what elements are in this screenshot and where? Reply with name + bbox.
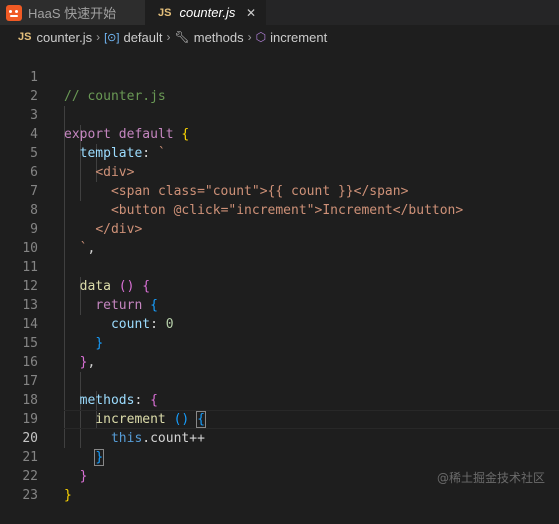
- tab-bar: HaaS 快速开始 JS counter.js ✕: [0, 0, 559, 25]
- haas-icon: [6, 4, 22, 21]
- code-line: 11 data () {: [0, 239, 559, 294]
- code-line: 9 `,: [0, 201, 559, 256]
- code-line: 2: [0, 68, 559, 104]
- code-line: 17 methods: {: [0, 353, 559, 408]
- code-line: 12 return {: [0, 258, 559, 313]
- chevron-right-icon: ›: [166, 30, 171, 44]
- code-line: 21 }: [0, 429, 559, 484]
- code-line: 18 increment () {: [0, 372, 559, 428]
- watermark: @稀土掘金技术社区: [436, 471, 545, 485]
- breadcrumb-method[interactable]: increment: [270, 30, 327, 45]
- code-line: 7 <button @click="increment">Increment</…: [0, 163, 559, 218]
- code-line: 4 template: `: [0, 106, 559, 161]
- code-line: 22 }: [0, 448, 559, 503]
- breadcrumb-export[interactable]: default: [123, 30, 162, 45]
- code-line: 13 count: 0: [0, 277, 559, 332]
- js-file-icon: JS: [18, 31, 32, 43]
- code-line: 14 }: [0, 296, 559, 351]
- wrench-icon: 🔧︎: [174, 30, 190, 44]
- tab-counter-js[interactable]: JS counter.js ✕: [146, 0, 266, 25]
- close-icon[interactable]: ✕: [246, 6, 256, 20]
- line-number: 23: [22, 488, 38, 503]
- module-icon: [⊙]: [104, 31, 120, 44]
- breadcrumb-file[interactable]: counter.js: [36, 30, 92, 45]
- code-line: 19 this.count++: [0, 391, 559, 446]
- code-line: 3 export default {: [0, 87, 559, 142]
- method-cube-icon: ⬡: [255, 30, 267, 44]
- chevron-right-icon: ›: [96, 30, 101, 44]
- code-line: 20 }: [0, 410, 559, 466]
- breadcrumb: JS counter.js › [⊙] default › 🔧︎ methods…: [0, 25, 559, 49]
- breadcrumb-methods[interactable]: methods: [194, 30, 244, 45]
- code-line: 16: [0, 334, 559, 370]
- code-line: 10: [0, 220, 559, 256]
- tab-label: HaaS 快速开始: [28, 6, 117, 21]
- code-editor[interactable]: 1 // counter.js 2 3 export default { 4 t…: [0, 49, 559, 503]
- code-line: 15 },: [0, 315, 559, 370]
- chevron-right-icon: ›: [247, 30, 252, 44]
- tab-label: counter.js: [179, 5, 236, 20]
- code-line: 8 </div>: [0, 182, 559, 237]
- code-line: 5 <div>: [0, 125, 559, 180]
- tab-haas-quickstart[interactable]: HaaS 快速开始: [0, 0, 146, 25]
- js-file-icon: JS: [158, 6, 172, 19]
- code-line: 6 <span class="count">{{ count }}</span>: [0, 144, 559, 199]
- code-line: 1 // counter.js: [0, 49, 559, 104]
